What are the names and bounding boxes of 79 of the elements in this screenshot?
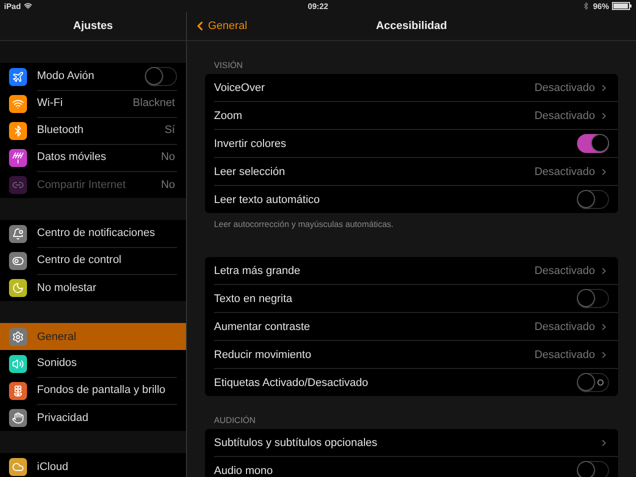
- settings-row[interactable]: Texto en negrita: [214, 285, 618, 313]
- item-label: Wi-Fi: [37, 97, 63, 109]
- switches-icon: [9, 252, 27, 270]
- row-label: Letra más grande: [214, 264, 300, 276]
- row-label: Etiquetas Activado/Desactivado: [214, 376, 368, 388]
- settings-row[interactable]: Etiquetas Activado/Desactivado: [214, 369, 618, 396]
- row-value: Desactivado: [534, 264, 595, 276]
- settings-row[interactable]: Aumentar contraste Desactivado: [214, 313, 618, 341]
- item-label: General: [37, 330, 76, 342]
- sidebar-title: Ajustes: [73, 20, 113, 32]
- settings-row[interactable]: Letra más grande Desactivado: [214, 257, 618, 285]
- section-footer: Leer autocorrección y mayúsculas automáticas.: [214, 219, 618, 229]
- section-header: AUDICIÓN: [214, 415, 257, 425]
- row-label: Zoom: [214, 110, 242, 122]
- link-icon: [9, 176, 27, 194]
- settings-row[interactable]: Invertir colores: [214, 130, 618, 158]
- settings-row[interactable]: Leer selección Desactivado: [214, 158, 618, 186]
- settings-row[interactable]: Subtítulos y subtítulos opcionales: [214, 429, 618, 457]
- row-label: Subtítulos y subtítulos opcionales: [214, 436, 378, 448]
- battery-icon: [612, 2, 632, 10]
- moon-icon: [9, 278, 27, 296]
- item-label: Modo Avión: [37, 70, 94, 82]
- speaker-icon: [9, 354, 27, 372]
- settings-row[interactable]: Leer texto automático: [214, 186, 618, 213]
- section-header: VISIÓN: [214, 60, 244, 70]
- toggle-switch[interactable]: [577, 373, 609, 392]
- row-value: Desactivado: [534, 110, 595, 122]
- wifi-icon: [24, 2, 32, 10]
- back-button[interactable]: General: [193, 19, 248, 33]
- device-name: iPad: [4, 2, 21, 10]
- row-label: Leer selección: [214, 166, 285, 178]
- row-label: Invertir colores: [214, 138, 286, 150]
- bluetooth-icon: [9, 122, 27, 140]
- item-label: Fondos de pantalla y brillo: [37, 384, 166, 396]
- row-label: Reducir movimiento: [214, 348, 312, 360]
- settings-row[interactable]: Zoom Desactivado: [214, 102, 618, 130]
- airplane-icon: [9, 68, 27, 86]
- bluetooth-icon: [582, 2, 590, 10]
- toggle-switch[interactable]: [577, 190, 609, 209]
- item-label: Centro de notificaciones: [37, 227, 156, 239]
- battery-percent: 96%: [592, 2, 609, 10]
- item-value: Sí: [164, 124, 175, 136]
- row-value: Desactivado: [534, 166, 595, 178]
- item-label: Centro de control: [37, 254, 122, 266]
- hand-icon: [9, 408, 27, 426]
- row-label: VoiceOver: [214, 82, 265, 94]
- antenna-icon: [9, 148, 27, 166]
- row-label: Leer texto automático: [214, 194, 320, 206]
- row-label: Aumentar contraste: [214, 320, 310, 332]
- page-title: Accesibilidad: [376, 20, 447, 32]
- toggle-switch[interactable]: [577, 289, 609, 308]
- row-label: Audio mono: [214, 464, 273, 476]
- off-label-icon: [597, 379, 604, 386]
- item-label: iCloud: [37, 460, 68, 472]
- settings-icon: [9, 328, 27, 346]
- settings-row[interactable]: Reducir movimiento Desactivado: [214, 341, 618, 369]
- settings-row[interactable]: VoiceOver Desactivado: [214, 74, 618, 102]
- item-value: No: [160, 151, 175, 163]
- item-label: Compartir Internet: [37, 178, 126, 190]
- notification-icon: [9, 224, 27, 242]
- item-value: Blacknet: [132, 97, 175, 109]
- flower-icon: [9, 382, 27, 400]
- item-label: Datos móviles: [37, 151, 106, 163]
- row-value: Desactivado: [534, 348, 595, 360]
- toggle-switch[interactable]: [145, 66, 177, 86]
- item-label: No molestar: [37, 282, 96, 294]
- cloud-icon: [9, 458, 27, 476]
- toggle-switch[interactable]: [577, 134, 609, 153]
- clock: 09:22: [308, 2, 328, 10]
- item-label: Sonidos: [37, 357, 77, 369]
- row-value: Desactivado: [534, 82, 595, 94]
- row-value: Desactivado: [534, 320, 595, 332]
- item-value: No: [160, 178, 175, 190]
- row-label: Texto en negrita: [214, 292, 292, 304]
- item-label: Privacidad: [37, 412, 88, 424]
- wifi-icon: [9, 94, 27, 112]
- item-label: Bluetooth: [37, 124, 84, 136]
- settings-row[interactable]: Audio mono: [214, 457, 618, 477]
- toggle-switch[interactable]: [577, 461, 609, 477]
